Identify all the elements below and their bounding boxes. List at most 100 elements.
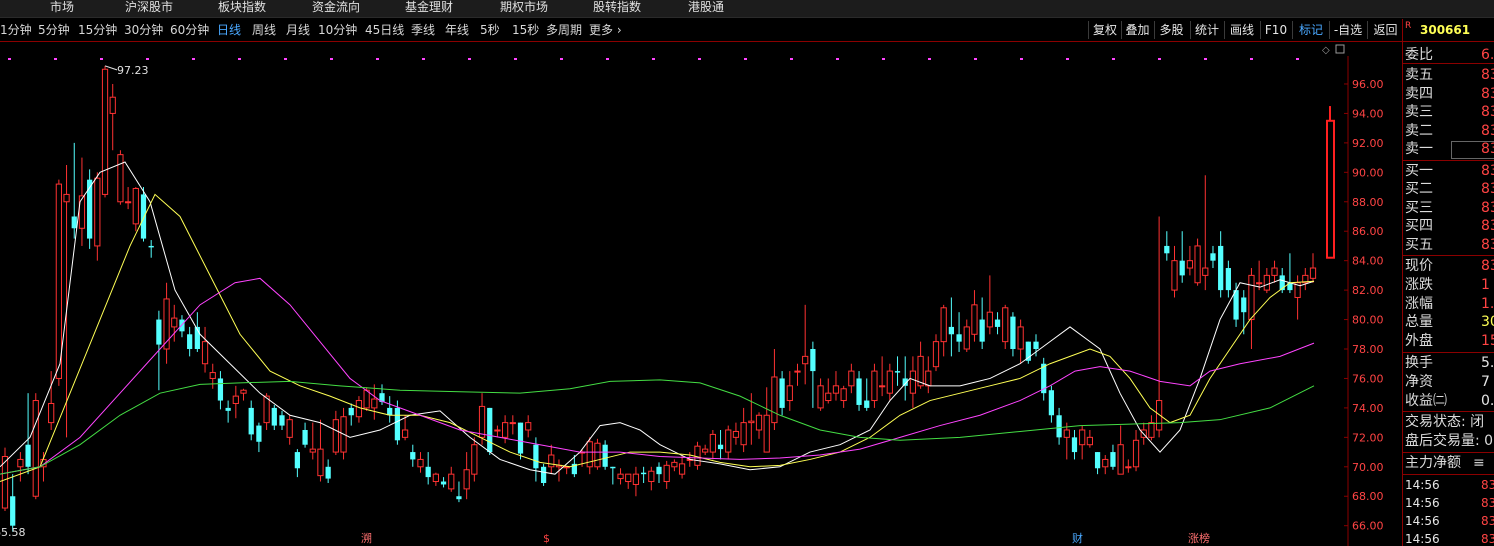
stat-row-2: 涨幅 1.4 <box>1403 295 1494 314</box>
toolbar-button-3[interactable]: 统计 <box>1190 21 1223 39</box>
candle-body <box>101 68 109 195</box>
period-tab-12[interactable]: 5秒 <box>480 22 500 38</box>
axis-tick-label: 96.00 <box>1352 78 1384 91</box>
toolbar-button-8[interactable]: 返回 <box>1367 21 1403 39</box>
period-tab-15[interactable]: 更多 › <box>589 22 622 38</box>
stat-row-3-value: 307 <box>1481 314 1494 331</box>
candle-body <box>610 466 616 469</box>
stat-row-0-value: 83 <box>1481 258 1494 274</box>
toolbar-button-4[interactable]: 画线 <box>1224 21 1259 39</box>
candle-body <box>387 407 393 416</box>
candle-body <box>248 407 254 435</box>
signal-marker <box>744 58 747 60</box>
candle-body <box>432 473 439 483</box>
nav-item-7[interactable]: 港股通 <box>688 0 724 17</box>
candle-body <box>1271 267 1278 276</box>
buy-level-2-value: 83 <box>1481 181 1494 197</box>
candle-body <box>332 419 339 453</box>
signal-marker <box>100 58 103 60</box>
period-tab-14[interactable]: 多周期 <box>546 22 582 38</box>
menu-icon[interactable]: ≡ <box>1473 454 1485 473</box>
candle-body <box>456 496 462 500</box>
period-tab-1[interactable]: 5分钟 <box>38 22 70 38</box>
period-tab-11[interactable]: 年线 <box>445 22 469 38</box>
signal-marker <box>882 58 885 60</box>
candle-body <box>1156 400 1163 431</box>
nav-item-5[interactable]: 期权市场 <box>500 0 548 17</box>
period-tab-5[interactable]: 日线 <box>217 22 241 38</box>
candle-body <box>971 304 978 335</box>
candle-body <box>786 385 793 402</box>
signal-marker <box>698 58 701 60</box>
candle-body <box>802 355 809 365</box>
nav-item-4[interactable]: 基金理财 <box>405 0 453 17</box>
period-tab-4[interactable]: 60分钟 <box>170 22 209 38</box>
candle-body <box>994 319 1001 327</box>
toolbar-button-0[interactable]: 复权 <box>1088 21 1121 39</box>
candle-body <box>240 389 247 394</box>
candle-body <box>209 372 216 379</box>
diamond-icon[interactable]: ◇ <box>1322 45 1330 56</box>
toolbar-button-5[interactable]: F10 <box>1260 21 1291 39</box>
candle-body <box>909 370 917 394</box>
tick-time: 14:56 <box>1405 478 1440 493</box>
stat-row-3-label: 总量 <box>1405 314 1433 331</box>
nav-item-3[interactable]: 资金流向 <box>312 0 360 17</box>
candlestick-chart[interactable]: ◇ 96.00 94.00 92.00 90.00 88.00 86.00 84.00 82.0… <box>0 42 1402 546</box>
period-tab-2[interactable]: 15分钟 <box>78 22 117 38</box>
candle-body <box>1148 422 1155 438</box>
axis-tick-label: 82.00 <box>1352 284 1384 297</box>
nav-item-6[interactable]: 股转指数 <box>593 0 641 17</box>
candle-body <box>63 193 70 203</box>
candle-body <box>109 96 116 114</box>
fund-flow-row[interactable]: 主力净额 ≡ <box>1403 454 1494 473</box>
tick-price: 83 <box>1481 514 1494 529</box>
toolbar-button-7[interactable]: -自选 <box>1329 21 1366 39</box>
candle-body <box>648 470 655 483</box>
nav-item-1[interactable]: 沪深股市 <box>125 0 173 17</box>
candle-body <box>1225 268 1231 291</box>
candle-body <box>1194 245 1201 284</box>
event-annotation[interactable]: 涨榜 <box>1188 531 1210 545</box>
period-tab-7[interactable]: 月线 <box>286 22 310 38</box>
candle-body <box>348 407 354 416</box>
event-annotation[interactable]: $ <box>543 532 550 545</box>
signal-marker <box>928 58 931 60</box>
stat-row-2-label: 涨幅 <box>1405 295 1433 312</box>
stock-code: 300661 <box>1420 23 1471 37</box>
candle-body <box>32 400 39 497</box>
period-tab-10[interactable]: 季线 <box>411 22 435 38</box>
toolbar-button-2[interactable]: 多股 <box>1154 21 1188 39</box>
signal-marker <box>836 58 839 60</box>
candle-body <box>394 407 401 441</box>
candle-body <box>55 183 62 379</box>
toolbar-button-1[interactable]: 叠加 <box>1121 21 1153 39</box>
nav-item-2[interactable]: 板块指数 <box>218 0 266 17</box>
period-tab-0[interactable]: 1分钟 <box>0 22 32 38</box>
event-annotation[interactable]: 溯 <box>361 532 372 545</box>
stat-row-3: 总量 307 <box>1403 313 1494 332</box>
candle-body <box>317 448 324 477</box>
signal-marker <box>1066 58 1069 60</box>
candle <box>1194 238 1201 286</box>
candle <box>87 169 93 249</box>
toolbar-button-6[interactable]: 标记 <box>1292 21 1329 39</box>
sell-level-4-label: 卖四 <box>1405 85 1433 102</box>
period-tab-3[interactable]: 30分钟 <box>124 22 163 38</box>
event-annotation[interactable]: 财 <box>1072 531 1083 545</box>
candle-body <box>1179 260 1185 276</box>
period-tab-6[interactable]: 周线 <box>252 22 276 38</box>
candle-body <box>771 376 778 424</box>
nav-item-0[interactable]: 市场 <box>50 0 74 17</box>
axis-tick-label: 90.00 <box>1352 166 1384 179</box>
period-tab-9[interactable]: 45日线 <box>365 22 404 38</box>
candle-body <box>709 433 716 453</box>
sell-level-2: 卖二 83 <box>1403 122 1494 141</box>
stat-row-4-label: 外盘 <box>1405 333 1433 350</box>
period-tab-13[interactable]: 15秒 <box>512 22 539 38</box>
candle-body <box>925 370 932 387</box>
period-tab-8[interactable]: 10分钟 <box>318 22 357 38</box>
stat2-row-0-label: 换手 <box>1405 355 1433 371</box>
signal-marker <box>422 58 425 60</box>
candle-body <box>586 441 593 468</box>
